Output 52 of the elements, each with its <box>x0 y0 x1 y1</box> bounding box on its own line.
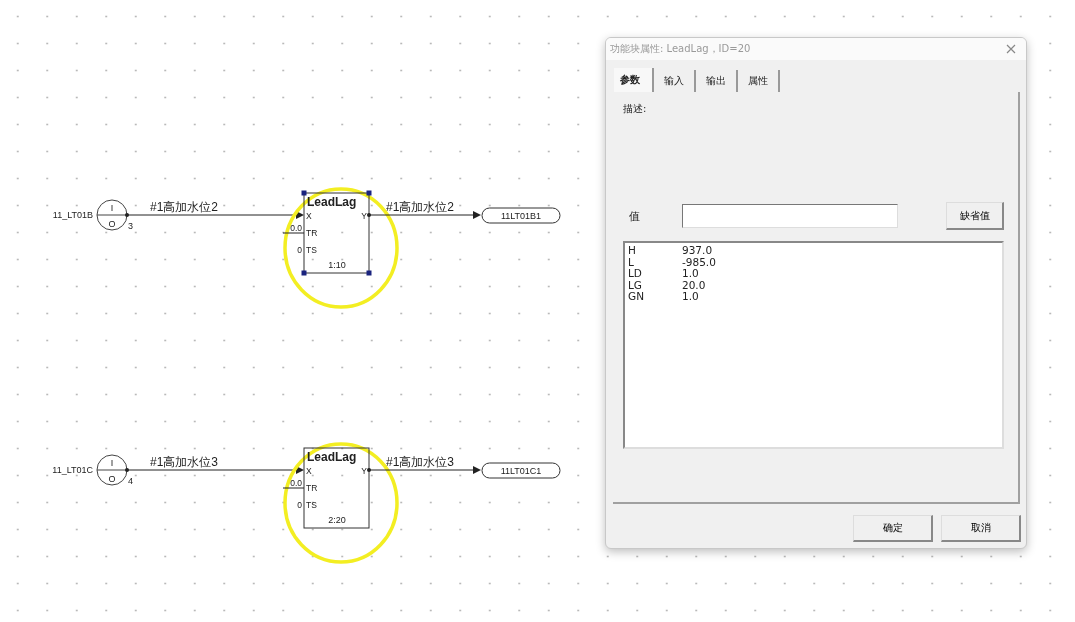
pin-label: X <box>306 466 312 476</box>
execution-order: 2:20 <box>328 515 346 525</box>
terminal-label: I <box>110 458 114 468</box>
constant-value: 0 <box>297 245 302 255</box>
parameter-name: GN <box>628 291 645 303</box>
block-title: LeadLag <box>307 195 357 209</box>
close-icon <box>1006 44 1016 54</box>
pin-label: Y <box>361 466 367 476</box>
dialog-button[interactable]: 确定 <box>853 515 933 542</box>
io-terminal <box>96 454 128 486</box>
pin-number: 3 <box>128 221 133 231</box>
pin-label: TR <box>306 228 318 238</box>
tag-label: 11_LT01B <box>52 210 93 220</box>
pin-number: 4 <box>128 476 133 486</box>
io-terminal <box>96 199 128 231</box>
value-label: 值 <box>629 208 641 224</box>
signal-label: #1高加水位2 <box>150 200 219 214</box>
constant-value: 0.0 <box>290 478 302 488</box>
parameter-value: -985.0 <box>681 256 716 268</box>
pin-label: X <box>306 211 312 221</box>
terminal-label: O <box>108 474 116 484</box>
pin-label: TS <box>306 245 317 255</box>
dialog-button[interactable]: 取消 <box>941 515 1021 542</box>
parameter-value: 1.0 <box>681 291 699 303</box>
value-field[interactable] <box>682 204 898 228</box>
pin-label: TS <box>306 500 317 510</box>
constant-value: 0 <box>297 500 302 510</box>
parameter-list[interactable]: H 937.0 L -985.0 LD 1.0 LG 20.0 GN 1.0 <box>623 241 1004 449</box>
terminal-label: I <box>110 203 114 213</box>
parameter-value: 20.0 <box>681 279 706 291</box>
terminal-tag: 11LT01C1 <box>500 466 542 476</box>
tag-label: 11_LT01C <box>52 465 93 475</box>
window-title: 功能块属性: LeadLag，ID=20 <box>610 42 751 56</box>
pin-label: TR <box>306 483 318 493</box>
constant-value: 0.0 <box>290 223 302 233</box>
parameter-value: 1.0 <box>681 268 699 280</box>
parameter-name: LD <box>628 268 643 280</box>
signal-label: #1高加水位2 <box>386 200 455 214</box>
parameter-name: LG <box>628 279 643 291</box>
terminal-tag: 11LT01B1 <box>500 211 542 221</box>
pin-label: Y <box>361 211 367 221</box>
parameter-value: 937.0 <box>681 245 713 257</box>
parameter-name: L <box>628 256 635 268</box>
default-button[interactable]: 缺省值 <box>946 202 1004 230</box>
description-label: 描述: <box>623 102 648 116</box>
parameter-name: H <box>628 245 637 257</box>
terminal-label: O <box>108 219 116 229</box>
block-title: LeadLag <box>307 450 357 464</box>
tab[interactable]: 参数 <box>614 68 654 92</box>
execution-order: 1:10 <box>328 260 346 270</box>
signal-label: #1高加水位3 <box>150 455 219 469</box>
signal-label: #1高加水位3 <box>386 455 455 469</box>
